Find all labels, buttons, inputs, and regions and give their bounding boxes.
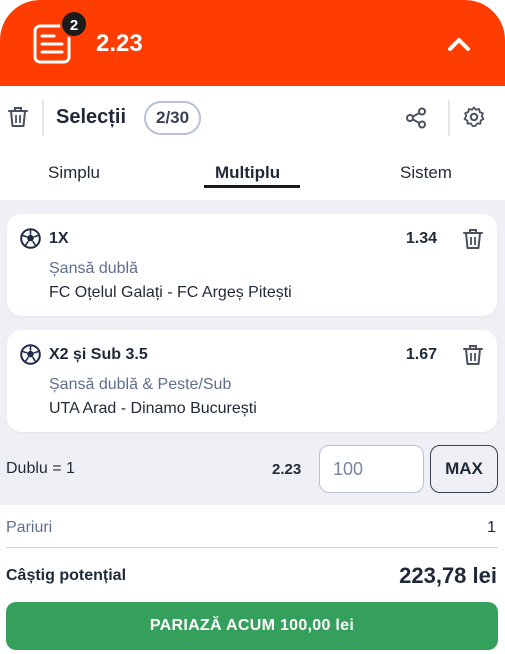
bets-label: Pariuri xyxy=(6,519,53,536)
active-tab-indicator xyxy=(204,185,300,188)
selection-count-badge: 2 xyxy=(60,10,88,38)
selection-name: X2 și Sub 3.5 xyxy=(49,346,148,363)
combination-odds: 2.23 xyxy=(272,461,302,478)
betslip-toolbar: Selecții 2/30 xyxy=(0,86,505,150)
trash-icon[interactable] xyxy=(8,106,28,128)
place-bet-button[interactable]: PARIAZĂ ACUM 100,00 lei xyxy=(6,602,498,650)
selection-card: X2 și Sub 3.5 1.67 Șansă dublă & Peste/S… xyxy=(7,330,497,432)
selections-count-pill: 2/30 xyxy=(144,101,202,135)
selection-odds: 1.34 xyxy=(405,230,437,247)
stake-input[interactable] xyxy=(319,445,424,493)
total-odds: 2.23 xyxy=(96,30,143,57)
bet-type-tabs: Simplu Multiplu Sistem xyxy=(0,150,505,200)
summary-divider xyxy=(6,547,498,548)
selection-name: 1X xyxy=(49,230,69,247)
combination-label: Dublu = 1 xyxy=(6,460,75,477)
tab-multiplu[interactable]: Multiplu xyxy=(215,163,280,183)
selections-title: Selecții xyxy=(56,106,127,128)
betslip-header[interactable]: 2 2.23 xyxy=(0,0,505,86)
toolbar-divider xyxy=(42,100,44,136)
selection-card: 1X 1.34 Șansă dublă FC Oțelul Galați - F… xyxy=(7,214,497,316)
tab-sistem[interactable]: Sistem xyxy=(400,163,452,183)
share-icon[interactable] xyxy=(405,107,427,129)
max-stake-button[interactable]: MAX xyxy=(430,445,498,493)
market-name: Șansă dublă xyxy=(49,260,138,277)
bets-value: 1 xyxy=(487,519,496,536)
gear-icon[interactable] xyxy=(463,106,485,128)
toolbar-divider xyxy=(448,100,450,136)
football-icon xyxy=(20,228,41,249)
event-name: UTA Arad - Dinamo București xyxy=(49,400,257,417)
event-name: FC Oțelul Galați - FC Argeș Pitești xyxy=(49,284,292,301)
bet-summary: Pariuri 1 Câștig potențial 223,78 lei PA… xyxy=(0,505,505,654)
selections-list: 1X 1.34 Șansă dublă FC Oțelul Galați - F… xyxy=(0,200,505,505)
tab-simplu[interactable]: Simplu xyxy=(48,163,100,183)
potential-win-label: Câștig potențial xyxy=(6,567,127,584)
selection-odds: 1.67 xyxy=(405,346,437,363)
market-name: Șansă dublă & Peste/Sub xyxy=(49,376,232,393)
remove-selection-icon[interactable] xyxy=(463,344,483,366)
remove-selection-icon[interactable] xyxy=(463,228,483,250)
potential-win-value: 223,78 lei xyxy=(399,563,497,588)
football-icon xyxy=(20,344,41,365)
chevron-up-icon[interactable] xyxy=(446,34,472,54)
